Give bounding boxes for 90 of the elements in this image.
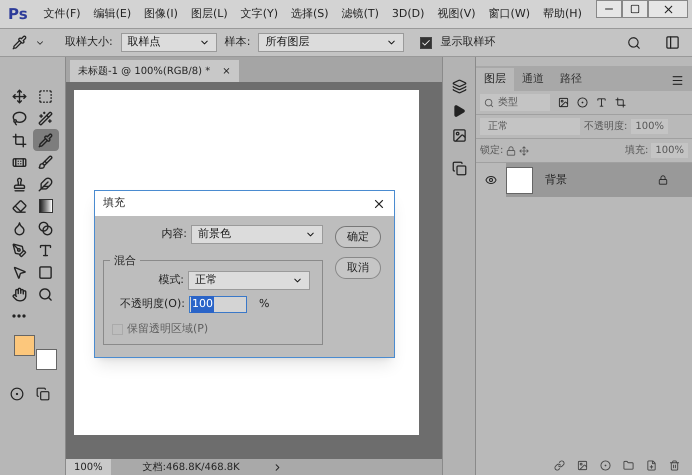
close-icon [662,2,674,16]
filter-dropdown[interactable]: 类型 [480,94,550,111]
opacity-label: 不透明度(O): [120,296,185,312]
fill-field[interactable]: 100% [651,143,688,158]
foreground-swatch[interactable] [14,335,35,356]
ok-button[interactable]: 确定 [335,226,381,248]
tool-button[interactable] [32,129,58,151]
menu-item[interactable]: 图像(I) [144,6,178,22]
document-info: 文档:468.8K/468.8K [142,460,240,474]
hand-icon [12,286,26,302]
workspace-icon[interactable] [665,35,680,50]
lock-label: 锁定: [480,144,504,158]
panel-tab[interactable]: 通道 [514,68,552,91]
menu-item[interactable]: 文件(F) [44,6,81,22]
opacity-field[interactable]: 100% [631,119,668,134]
menu-item[interactable]: 视图(V) [437,6,476,22]
link-icon[interactable] [554,460,565,470]
trash-icon[interactable] [669,460,680,470]
shape-filter-icon[interactable] [615,97,626,108]
panel-tab[interactable]: 路径 [552,68,590,91]
layer-name: 背景 [545,172,567,188]
sample-dropdown[interactable]: 所有图层 [258,33,404,52]
background-swatch[interactable] [36,349,57,370]
show-ring-checkbox[interactable] [420,36,432,48]
play-icon[interactable] [452,104,466,118]
search-icon[interactable] [627,36,641,50]
crop-icon [12,132,26,148]
feather-icon [38,176,53,192]
blend-mode-dropdown[interactable]: 正常 [480,118,580,135]
gradient-icon [38,199,52,213]
mode-dropdown[interactable]: 正常 [188,271,310,290]
maximize-icon [630,4,640,14]
droplet-icon [12,220,26,236]
magic-wand-icon [38,110,53,126]
content-label: 内容: [161,226,187,242]
document-tab-title: 未标题-1 @ 100%(RGB/8) * [78,64,210,78]
mode-label: 模式: [158,272,184,288]
menu-item[interactable]: 编辑(E) [94,6,132,22]
maximize-button[interactable] [622,0,648,18]
pen-icon [12,242,26,258]
sample-size-dropdown[interactable]: 取样点 [120,33,217,52]
close-button[interactable] [648,0,688,18]
sample-size-label: 取样大小: [65,34,113,50]
zoom-icon [38,286,53,302]
type-icon [38,242,53,258]
rectangle-icon [38,264,53,280]
pointer-icon [12,264,26,280]
menu-icon[interactable] [671,74,684,87]
document-tab[interactable]: 未标题-1 @ 100%(RGB/8) * × [70,60,239,82]
check-icon [421,38,432,48]
show-ring-label: 显示取样环 [440,34,496,50]
menu-item[interactable]: 帮助(H) [543,6,582,22]
layer-row[interactable]: 背景 [476,163,692,197]
content-dropdown[interactable]: 前景色 [191,225,323,244]
dialog-title: 填充 [103,195,125,212]
image-filter-icon[interactable] [558,97,569,108]
brush-icon [38,154,53,170]
lock-icon[interactable] [506,146,516,156]
fill-label: 填充: [625,144,648,158]
opacity-label: 不透明度: [584,120,628,134]
menu-item[interactable]: 选择(S) [291,6,329,22]
sample-label: 样本: [224,34,250,50]
menu-item[interactable]: 文字(Y) [240,6,278,22]
eyedropper-icon [12,35,27,50]
stamp-icon [12,176,26,192]
layer-thumbnail [506,166,533,194]
move-icon[interactable] [519,146,530,156]
move-icon [12,88,26,104]
percent-unit: % [258,296,270,312]
new-layer-icon[interactable] [646,460,657,470]
panel-tab[interactable]: 图层 [476,68,514,91]
menu-item[interactable]: 滤镜(T) [342,6,379,22]
type-filter-icon[interactable] [596,97,607,108]
tab-close[interactable]: × [222,64,231,78]
cancel-button[interactable]: 取消 [335,257,381,279]
eraser-icon [12,198,26,214]
folder-icon[interactable] [623,460,634,470]
eyedropper-icon [38,132,53,148]
lasso-icon [12,110,26,126]
eye-icon[interactable] [485,174,497,186]
marquee-icon [38,88,53,104]
app-logo: Ps [8,4,28,25]
search-icon [484,98,494,108]
menu-item[interactable]: 图层(L) [190,6,228,22]
menu-item[interactable]: 3D(D) [392,6,424,22]
preserve-label: 保留透明区域(P) [127,321,208,337]
opacity-field[interactable]: 100 [188,296,247,313]
more-icon [12,314,26,318]
menu-item[interactable]: 窗口(W) [488,6,530,22]
zoom-field[interactable]: 100% [66,459,111,475]
